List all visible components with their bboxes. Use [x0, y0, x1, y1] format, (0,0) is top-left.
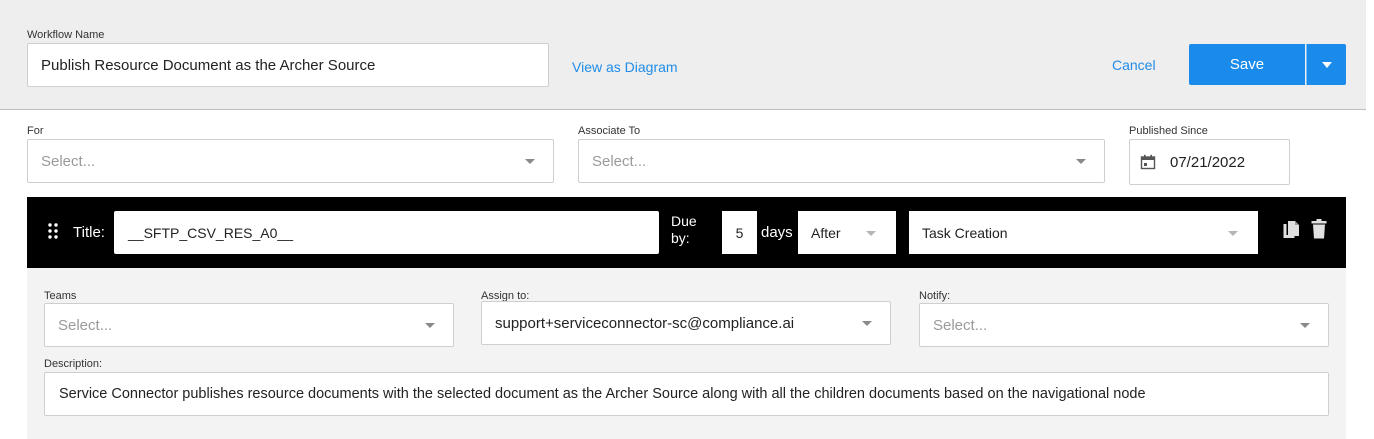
due-relation-select[interactable]: After — [798, 211, 896, 254]
chevron-down-icon — [862, 321, 872, 326]
due-by-line1: Due — [671, 213, 697, 229]
chevron-down-icon — [525, 159, 535, 164]
due-trigger-select[interactable]: Task Creation — [909, 211, 1258, 254]
due-days-input[interactable]: 5 — [722, 211, 757, 254]
due-by-label: Due by: — [671, 213, 697, 247]
chevron-down-icon — [425, 323, 435, 328]
chevron-down-icon — [866, 230, 876, 236]
cancel-link[interactable]: Cancel — [1112, 57, 1156, 73]
associate-to-placeholder: Select... — [592, 152, 647, 170]
task-title-input[interactable]: __SFTP_CSV_RES_A0__ — [114, 211, 659, 254]
workflow-name-label: Workflow Name — [27, 29, 105, 41]
teams-placeholder: Select... — [58, 316, 113, 334]
notify-label: Notify: — [919, 290, 951, 302]
notify-placeholder: Select... — [933, 316, 988, 334]
associate-to-label: Associate To — [578, 125, 641, 137]
due-relation-value: After — [811, 224, 841, 241]
trash-icon[interactable] — [1311, 219, 1327, 239]
teams-select[interactable]: Select... — [44, 303, 454, 347]
assign-to-value: support+serviceconnector-sc@compliance.a… — [495, 314, 795, 332]
published-since-date-input[interactable]: 07/21/2022 — [1129, 139, 1290, 185]
assign-to-select[interactable]: support+serviceconnector-sc@compliance.a… — [481, 301, 891, 345]
drag-handle-icon[interactable] — [48, 223, 58, 239]
for-select[interactable]: Select... — [27, 139, 554, 183]
description-input[interactable]: Service Connector publishes resource doc… — [44, 372, 1329, 416]
chevron-down-icon — [1300, 323, 1310, 328]
task-title-label: Title: — [73, 224, 105, 241]
published-since-label: Published Since — [1129, 125, 1208, 137]
for-label: For — [27, 125, 44, 137]
calendar-icon — [1140, 154, 1156, 170]
chevron-down-icon — [1076, 159, 1086, 164]
associate-to-select[interactable]: Select... — [578, 139, 1105, 183]
due-by-line2: by: — [671, 230, 690, 246]
view-as-diagram-link[interactable]: View as Diagram — [572, 59, 678, 75]
task-header-bar: Title: __SFTP_CSV_RES_A0__ Due by: 5 day… — [27, 197, 1346, 268]
published-since-value: 07/21/2022 — [1170, 153, 1246, 171]
copy-icon[interactable] — [1283, 219, 1299, 239]
chevron-down-icon — [1321, 61, 1332, 68]
notify-select[interactable]: Select... — [919, 303, 1329, 347]
chevron-down-icon — [1228, 230, 1238, 236]
workflow-name-input[interactable]: Publish Resource Document as the Archer … — [27, 43, 549, 87]
teams-label: Teams — [44, 290, 77, 302]
due-trigger-value: Task Creation — [922, 224, 1008, 241]
save-options-dropdown[interactable] — [1306, 44, 1346, 85]
days-label: days — [761, 224, 793, 241]
for-placeholder: Select... — [41, 152, 96, 170]
save-button[interactable]: Save — [1189, 44, 1305, 85]
description-label: Description: — [44, 358, 103, 370]
